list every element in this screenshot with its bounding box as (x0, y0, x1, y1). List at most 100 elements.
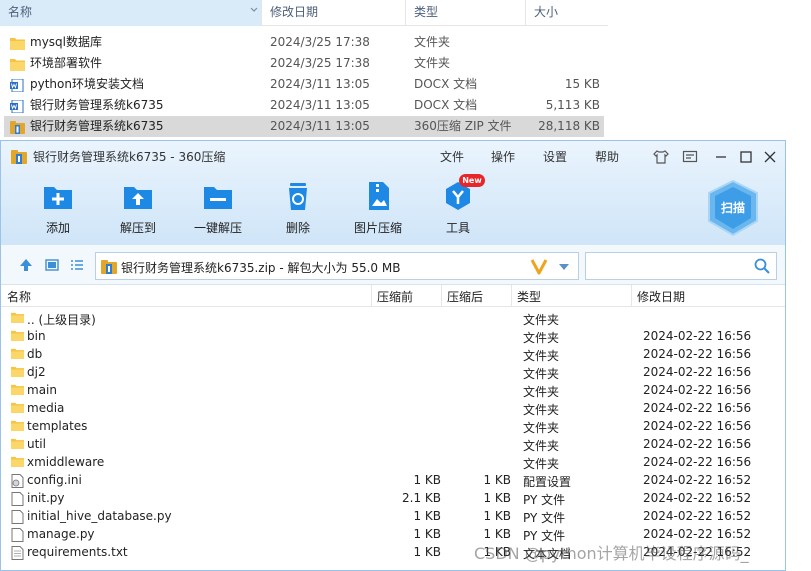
toolbar-tools-button[interactable]: 工具 (418, 181, 498, 237)
col-compressed[interactable]: 压缩前 (377, 288, 413, 305)
table-row[interactable]: main 文件夹 2024-02-22 16:56 (1, 382, 785, 400)
scan-button[interactable]: 扫描 (705, 179, 761, 237)
col-uncompressed[interactable]: 压缩后 (447, 288, 483, 305)
file-type: 文件夹 (523, 421, 560, 435)
table-row[interactable]: templates 文件夹 2024-02-22 16:56 (1, 418, 785, 436)
file-type: 文件夹 (523, 403, 560, 417)
col-divider[interactable] (631, 285, 632, 307)
close-icon[interactable] (762, 149, 778, 165)
toolbar-delete-button[interactable]: 删除 (258, 181, 338, 237)
file-icon (11, 510, 24, 524)
minimize-icon[interactable] (713, 149, 729, 165)
col-divider[interactable] (371, 285, 372, 307)
search-input[interactable] (590, 257, 748, 275)
image-compress-icon (369, 182, 389, 210)
file-date: 2024/3/11 13:05 (270, 77, 370, 91)
col-modified[interactable]: 修改日期 (637, 288, 685, 305)
maximize-icon[interactable] (738, 149, 754, 165)
zip-archive-icon (10, 120, 25, 134)
folder-icon (10, 36, 25, 50)
file-type: 文件夹 (523, 367, 560, 381)
table-row[interactable]: initial_hive_database.py 1 KB 1 KB PY 文件 202… (1, 508, 785, 526)
file-type: 文件夹 (523, 313, 560, 327)
explorer-col-name[interactable]: 名称 (0, 0, 262, 26)
explorer-col-type[interactable]: 类型 (406, 0, 526, 26)
file-type: 配置设置 (523, 475, 572, 489)
file-name: bin (27, 329, 46, 343)
search-box[interactable] (585, 252, 777, 280)
explorer-row[interactable]: mysql数据库 2024/3/25 17:38 文件夹 (4, 32, 604, 53)
explorer-row[interactable]: 银行财务管理系统k6735 2024/3/11 13:05 360压缩 ZIP 文件… (4, 116, 604, 137)
col-divider[interactable] (441, 285, 442, 307)
toolbar-image-compress-button[interactable]: 图片压缩 (338, 181, 418, 237)
table-row[interactable]: config.ini 1 KB 1 KB 配置设置 2024-02-22 16:52 (1, 472, 785, 490)
col-type[interactable]: 类型 (517, 288, 541, 305)
toolbar-add-button[interactable]: 添加 (18, 181, 98, 237)
compressed-size: 1 KB (413, 509, 441, 523)
table-row[interactable]: bin 文件夹 2024-02-22 16:56 (1, 328, 785, 346)
menu-operation[interactable]: 操作 (491, 148, 515, 165)
zip-archive-icon (101, 260, 117, 274)
toolbar-one-click-extract-button[interactable]: 一键解压 (178, 181, 258, 237)
table-row[interactable]: requirements.txt 1 KB 1 KB 文本文档 2024-02-22 1… (1, 544, 785, 562)
modified-date: 2024-02-22 16:56 (643, 419, 752, 433)
file-type: 文件夹 (414, 56, 451, 70)
table-row[interactable]: manage.py 1 KB 1 KB PY 文件 2024-02-22 16:52 (1, 526, 785, 544)
menu-file[interactable]: 文件 (440, 148, 464, 165)
extract-to-icon (124, 187, 152, 209)
uncompressed-size: 1 KB (483, 473, 511, 487)
skin-shirt-icon[interactable] (653, 149, 669, 165)
folder-icon (11, 366, 24, 380)
file-type: 文件夹 (523, 349, 560, 363)
table-row[interactable]: db 文件夹 2024-02-22 16:56 (1, 346, 785, 364)
file-name: media (27, 401, 65, 415)
table-row[interactable]: dj2 文件夹 2024-02-22 16:56 (1, 364, 785, 382)
uncompressed-size: 1 KB (483, 491, 511, 505)
explorer-row[interactable]: 银行财务管理系统k6735 2024/3/11 13:05 DOCX 文档 5,113… (4, 95, 604, 116)
table-row[interactable]: util 文件夹 2024-02-22 16:56 (1, 436, 785, 454)
folder-icon (11, 402, 24, 416)
modified-date: 2024-02-22 16:56 (643, 329, 752, 343)
title-bar: 银行财务管理系统k6735 - 360压缩 文件 操作 设置 帮助 (1, 141, 785, 173)
toolbar-add-label: 添加 (45, 221, 70, 235)
file-type: PY 文件 (523, 511, 566, 525)
up-arrow-icon[interactable] (19, 258, 33, 272)
file-icon (11, 492, 24, 506)
v-logo-icon[interactable] (530, 257, 548, 275)
explorer-row[interactable]: python环境安装文档 2024/3/11 13:05 DOCX 文档 15 KB (4, 74, 604, 95)
col-name[interactable]: 名称 (7, 288, 31, 305)
table-row[interactable]: xmiddleware 文件夹 2024-02-22 16:56 (1, 454, 785, 472)
modified-date: 2024-02-22 16:56 (643, 437, 752, 451)
file-type: 文件夹 (414, 35, 451, 49)
modified-date: 2024-02-22 16:52 (643, 545, 752, 559)
folder-icon (11, 456, 24, 470)
file-type: DOCX 文档 (414, 77, 478, 91)
file-type: 文件夹 (523, 439, 560, 453)
col-divider[interactable] (511, 285, 512, 307)
table-row[interactable]: media 文件夹 2024-02-22 16:56 (1, 400, 785, 418)
file-size: 28,118 KB (538, 119, 600, 133)
menu-help[interactable]: 帮助 (595, 148, 619, 165)
chevron-down-icon[interactable] (558, 263, 570, 271)
file-date: 2024/3/11 13:05 (270, 98, 370, 112)
modified-date: 2024-02-22 16:56 (643, 401, 752, 415)
search-icon[interactable] (754, 258, 770, 274)
menu-settings[interactable]: 设置 (543, 148, 567, 165)
toolbar-delete-label: 删除 (285, 221, 310, 235)
explorer-col-date[interactable]: 修改日期 (262, 0, 406, 26)
view-list-icon[interactable] (70, 258, 84, 272)
address-text: 银行财务管理系统k6735.zip - 解包大小为 55.0 MB (121, 261, 401, 275)
table-row[interactable]: .. (上级目录) 文件夹 (1, 310, 785, 328)
toolbar-extract-to-button[interactable]: 解压到 (98, 181, 178, 237)
address-field[interactable]: 银行财务管理系统k6735.zip - 解包大小为 55.0 MB (95, 252, 579, 280)
file-list-header: 名称 压缩前 压缩后 类型 修改日期 (1, 285, 785, 307)
table-row[interactable]: init.py 2.1 KB 1 KB PY 文件 2024-02-22 16:52 (1, 490, 785, 508)
file-name: util (27, 437, 46, 451)
explorer-row[interactable]: 环境部署软件 2024/3/25 17:38 文件夹 (4, 53, 604, 74)
view-thumbnail-icon[interactable] (45, 258, 59, 272)
feedback-icon[interactable] (682, 149, 698, 165)
toolbar-tools-label: 工具 (445, 221, 470, 235)
explorer-col-size[interactable]: 大小 (526, 0, 608, 26)
one-click-extract-icon (204, 187, 232, 209)
toolbar-extract-to-label: 解压到 (119, 221, 156, 235)
